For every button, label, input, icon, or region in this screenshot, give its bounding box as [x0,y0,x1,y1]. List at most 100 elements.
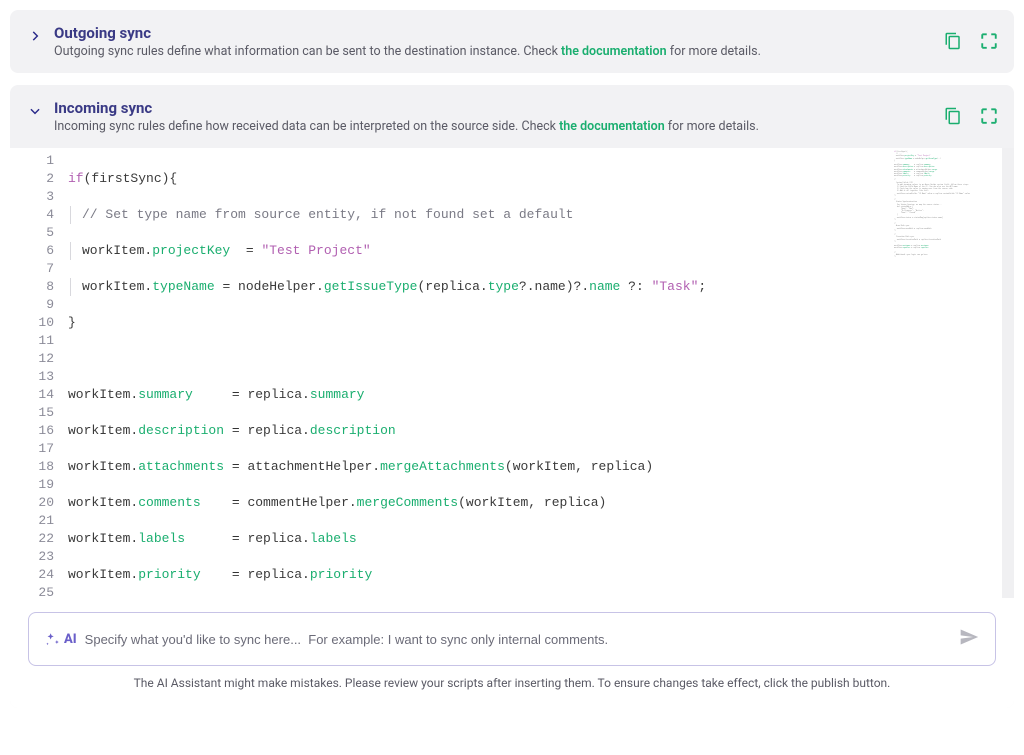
token: summary [138,387,193,402]
incoming-title-block: Incoming sync Incoming sync rules define… [54,99,934,134]
line-number: 12 [14,350,54,368]
token: replica. [247,531,309,546]
incoming-desc: Incoming sync rules define how received … [54,119,934,134]
fullscreen-icon[interactable] [980,107,998,125]
token: labels [138,531,185,546]
line-number: 14 [14,386,54,404]
outgoing-desc-post: for more details. [667,44,761,59]
outgoing-desc: Outgoing sync rules define what informat… [54,44,934,59]
token: (workItem, replica) [505,459,653,474]
incoming-doc-link[interactable]: the documentation [559,119,665,134]
line-number: 15 [14,404,54,422]
ai-badge: AI [45,632,77,647]
token: labels [310,531,357,546]
line-number: 16 [14,422,54,440]
line-number: 25 [14,584,54,598]
line-number: 23 [14,548,54,566]
token: typeName [152,279,214,294]
ai-label: AI [64,632,77,647]
line-number: 21 [14,512,54,530]
token: if [68,171,84,186]
incoming-title: Incoming sync [54,99,934,117]
token: workItem. [68,459,138,474]
scrollbar[interactable] [1002,148,1014,598]
magic-wand-icon [45,632,60,647]
token: (firstSync){ [84,171,178,186]
line-number: 22 [14,530,54,548]
outgoing-title-block: Outgoing sync Outgoing sync rules define… [54,24,934,59]
line-number: 9 [14,296,54,314]
token: workItem. [68,567,138,582]
token: attachments [138,459,224,474]
token: description [138,423,224,438]
token: description [310,423,396,438]
copy-icon[interactable] [944,32,962,50]
token: workItem. [82,279,152,294]
token: mergeComments [357,495,458,510]
token: attachmentHelper. [247,459,380,474]
editor-body: 1 2 3 4 5 6 7 8 9 10 11 12 13 14 15 16 1… [10,148,1014,708]
token: replica. [247,423,309,438]
token: = [185,531,247,546]
token: = [201,567,248,582]
token: getIssueType [324,279,418,294]
code-editor[interactable]: 1 2 3 4 5 6 7 8 9 10 11 12 13 14 15 16 1… [10,148,1014,598]
incoming-sync-header[interactable]: Incoming sync Incoming sync rules define… [10,85,1014,148]
token: summary [310,387,365,402]
code-content[interactable]: if(firstSync){ // Set type name from sou… [64,148,1014,598]
line-number: 1 [14,152,54,170]
ai-prompt-input[interactable] [85,632,951,647]
ai-section: AI The AI Assistant might make mistakes.… [10,598,1014,702]
token: priority [310,567,372,582]
outgoing-sync-panel: Outgoing sync Outgoing sync rules define… [10,10,1014,73]
line-number: 2 [14,170,54,188]
token: (workItem, replica) [458,495,606,510]
token: name [589,279,620,294]
outgoing-doc-link[interactable]: the documentation [561,44,667,59]
token: (replica. [417,279,487,294]
incoming-sync-panel: Incoming sync Incoming sync rules define… [10,85,1014,708]
line-number: 10 [14,314,54,332]
token: // Set type name from source entity, if … [82,207,573,222]
token: = nodeHelper. [215,279,324,294]
token: = [224,423,247,438]
token: } [68,315,76,330]
outgoing-actions [944,32,998,50]
line-number: 17 [14,440,54,458]
token: priority [138,567,200,582]
line-number: 24 [14,566,54,584]
token: ?.name)?. [519,279,589,294]
send-icon[interactable] [959,627,979,651]
incoming-actions [944,107,998,125]
token: workItem. [68,423,138,438]
token: = [230,243,261,258]
line-number: 13 [14,368,54,386]
incoming-desc-post: for more details. [665,119,759,134]
token: "Test Project" [261,243,370,258]
chevron-down-icon [26,102,44,120]
token: workItem. [68,495,138,510]
line-number: 4 [14,206,54,224]
line-number: 18 [14,458,54,476]
token: workItem. [82,243,152,258]
line-number: 19 [14,476,54,494]
token: commentHelper. [247,495,356,510]
fullscreen-icon[interactable] [980,32,998,50]
line-number: 5 [14,224,54,242]
incoming-desc-pre: Incoming sync rules define how received … [54,119,559,134]
token: "Task" [652,279,699,294]
token: workItem. [68,531,138,546]
token: replica. [247,567,309,582]
line-gutter: 1 2 3 4 5 6 7 8 9 10 11 12 13 14 15 16 1… [10,148,64,598]
ai-input-bar: AI [28,612,996,666]
token: = [201,495,248,510]
outgoing-sync-header[interactable]: Outgoing sync Outgoing sync rules define… [10,10,1014,73]
token: mergeAttachments [380,459,505,474]
outgoing-desc-pre: Outgoing sync rules define what informat… [54,44,561,59]
token: type [488,279,519,294]
copy-icon[interactable] [944,107,962,125]
token: = [224,459,247,474]
token: comments [138,495,200,510]
token: ?: [620,279,651,294]
token: workItem. [68,387,138,402]
